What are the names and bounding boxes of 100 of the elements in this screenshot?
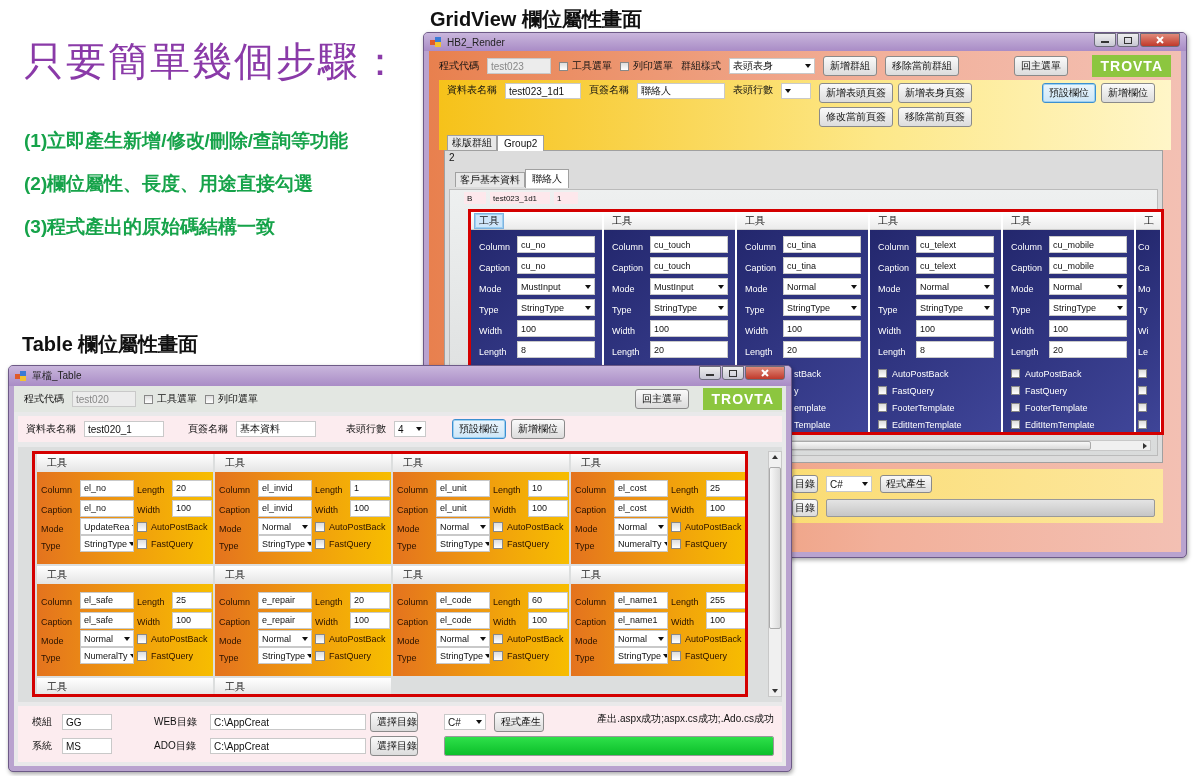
dropdown[interactable]: StringType	[258, 535, 312, 552]
dropdown[interactable]: StringType	[1049, 299, 1127, 316]
dropdown[interactable]: StringType	[650, 299, 728, 316]
checkbox[interactable]	[671, 521, 681, 532]
checkbox[interactable]	[315, 521, 325, 532]
dropdown[interactable]: StringType	[916, 299, 994, 316]
text-field[interactable]: cu_telext	[916, 257, 994, 274]
checkbox[interactable]	[1011, 386, 1020, 395]
checkbox[interactable]	[315, 650, 325, 661]
text-field[interactable]: 100	[528, 611, 568, 629]
text-field[interactable]: 基本資料	[236, 421, 316, 437]
checkbox[interactable]	[493, 650, 503, 661]
checkbox[interactable]	[493, 633, 503, 644]
dropdown[interactable]: NumeralTy	[80, 647, 134, 664]
checkbox[interactable]	[671, 650, 681, 661]
text-field[interactable]: 100	[706, 499, 745, 517]
button[interactable]: 目錄	[792, 499, 818, 517]
text-field[interactable]: cu_touch	[650, 236, 728, 253]
text-field[interactable]: test023_1d1	[490, 192, 550, 204]
dropdown[interactable]: Normal	[80, 630, 134, 647]
minimize-button[interactable]	[699, 366, 721, 380]
text-field[interactable]: el_safe	[80, 591, 134, 609]
checkbox[interactable]	[1138, 386, 1147, 395]
checkbox[interactable]	[1011, 403, 1020, 412]
maximize-button[interactable]	[722, 366, 744, 380]
tab[interactable]: 客戶基本資料	[455, 172, 525, 187]
tab[interactable]: 聯絡人	[525, 169, 569, 188]
text-field[interactable]: 100	[916, 320, 994, 337]
dropdown[interactable]: NumeralTy	[614, 535, 668, 552]
checkbox[interactable]	[620, 61, 629, 71]
checkbox[interactable]	[1138, 420, 1147, 429]
text-field[interactable]: cu_no	[517, 236, 595, 253]
checkbox[interactable]	[878, 369, 887, 378]
checkbox[interactable]	[1011, 369, 1020, 378]
dropdown[interactable]	[781, 83, 811, 99]
scrollbar[interactable]	[768, 451, 782, 697]
text-field[interactable]: C:\AppCreat	[210, 738, 366, 754]
dropdown[interactable]: StringType	[783, 299, 861, 316]
checkbox[interactable]	[493, 538, 503, 549]
dropdown[interactable]: Normal	[916, 278, 994, 295]
text-field[interactable]: B	[464, 192, 486, 204]
checkbox[interactable]	[878, 403, 887, 412]
text-field[interactable]: 100	[783, 320, 861, 337]
button[interactable]: 回主選單	[1014, 56, 1069, 76]
button[interactable]: 新增表頭頁簽	[819, 83, 893, 103]
dropdown[interactable]: 4	[394, 421, 426, 437]
text-field[interactable]: 100	[350, 611, 390, 629]
minimize-button[interactable]	[1094, 33, 1116, 47]
text-field[interactable]: el_code	[436, 611, 490, 629]
checkbox[interactable]	[137, 538, 147, 549]
text-field[interactable]: el_invid	[258, 479, 312, 497]
button[interactable]: 新增欄位	[1101, 83, 1155, 103]
checkbox[interactable]	[1138, 369, 1147, 378]
dropdown[interactable]: Normal	[258, 518, 312, 535]
text-field[interactable]: 100	[528, 499, 568, 517]
text-field[interactable]: 20	[783, 341, 861, 358]
checkbox[interactable]	[671, 538, 681, 549]
text-field[interactable]: MS	[62, 738, 112, 754]
text-field[interactable]: el_safe	[80, 611, 134, 629]
button[interactable]: 工具	[474, 212, 504, 229]
checkbox[interactable]	[1011, 420, 1020, 429]
dropdown[interactable]: Normal	[436, 630, 490, 647]
text-field[interactable]: C:\AppCreat	[210, 714, 366, 730]
text-field[interactable]: 100	[517, 320, 595, 337]
tab[interactable]: Group2	[497, 135, 545, 151]
button[interactable]: 新增群組	[823, 56, 877, 76]
button[interactable]: 回主選單	[635, 389, 690, 409]
text-field[interactable]: 60	[528, 591, 568, 609]
text-field[interactable]: 8	[916, 341, 994, 358]
checkbox[interactable]	[878, 420, 887, 429]
text-field[interactable]: el_name1	[614, 591, 668, 609]
checkbox[interactable]	[137, 521, 147, 532]
text-field[interactable]: el_unit	[436, 479, 490, 497]
checkbox[interactable]	[493, 521, 503, 532]
text-field[interactable]: el_name1	[614, 611, 668, 629]
button[interactable]: 新增表身頁簽	[898, 83, 972, 103]
button[interactable]: 目錄	[792, 475, 818, 493]
checkbox[interactable]	[1138, 403, 1147, 412]
button[interactable]: 預設欄位	[452, 419, 506, 439]
text-field[interactable]: el_cost	[614, 499, 668, 517]
checkbox[interactable]	[315, 538, 325, 549]
text-field[interactable]: 聯絡人	[637, 83, 725, 99]
text-field[interactable]: e_repair	[258, 591, 312, 609]
text-field[interactable]: 25	[706, 479, 745, 497]
dropdown[interactable]: StringType	[80, 535, 134, 552]
dropdown[interactable]: Normal	[614, 630, 668, 647]
text-field[interactable]: cu_telext	[916, 236, 994, 253]
maximize-button[interactable]	[1117, 33, 1139, 47]
text-field[interactable]: 100	[1049, 320, 1127, 337]
button[interactable]: 移除當前頁簽	[898, 107, 972, 127]
dropdown[interactable]: Normal	[258, 630, 312, 647]
text-field[interactable]: el_no	[80, 479, 134, 497]
text-field[interactable]: 10	[528, 479, 568, 497]
text-field[interactable]: el_cost	[614, 479, 668, 497]
text-field[interactable]: 1	[554, 192, 578, 204]
button[interactable]: 選擇目錄	[370, 736, 418, 756]
dropdown[interactable]: C#	[444, 714, 486, 730]
checkbox[interactable]	[137, 650, 147, 661]
checkbox[interactable]	[315, 633, 325, 644]
button[interactable]: 程式產生	[494, 712, 544, 732]
